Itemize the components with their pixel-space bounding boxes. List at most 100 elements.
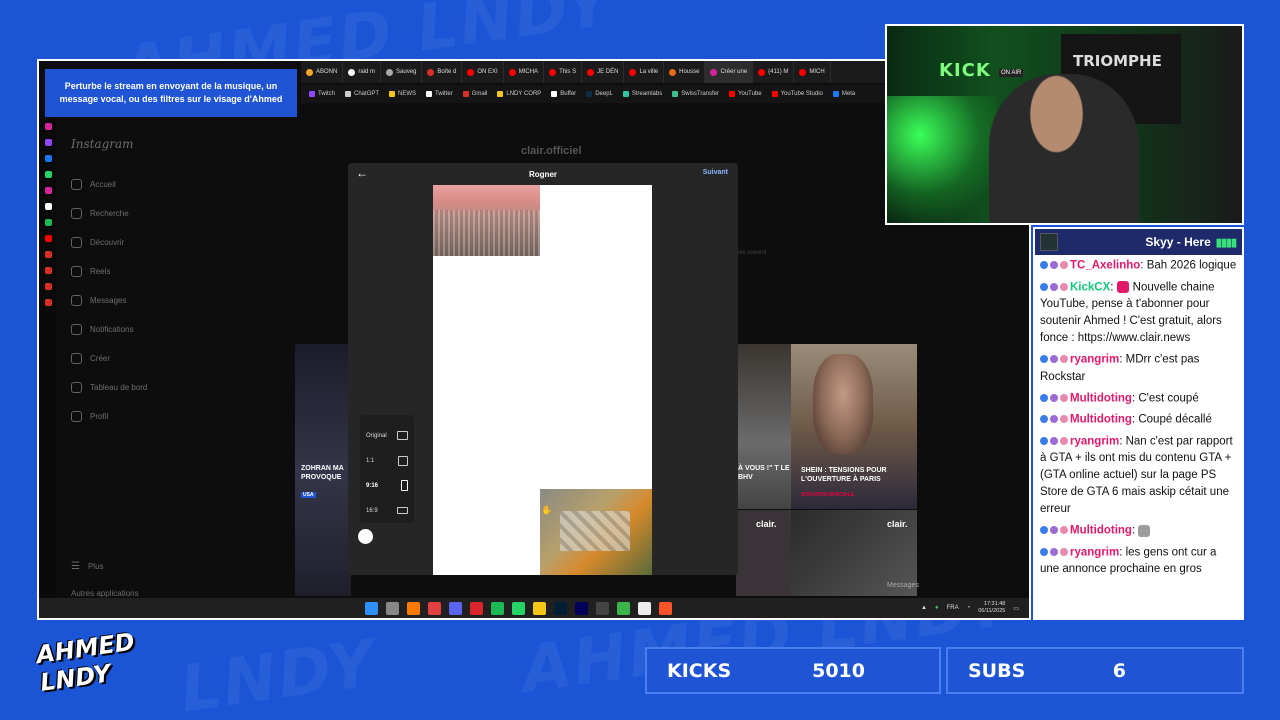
nav-item-d-couvrir[interactable]: Découvrir [71, 237, 124, 248]
tab-favicon-icon [799, 68, 807, 76]
bookmark-item[interactable]: NEWS [389, 91, 416, 97]
browser-tab[interactable]: MICH [794, 61, 831, 83]
search-icon[interactable] [407, 602, 420, 615]
messages-bar[interactable]: Messages [887, 582, 919, 589]
history-icon[interactable] [44, 267, 52, 274]
file-explorer-icon[interactable] [386, 602, 399, 615]
browser-tab[interactable]: ABONN [301, 61, 344, 83]
browser-tab[interactable]: raid m [343, 61, 382, 83]
subs-value: 6 [1112, 659, 1126, 682]
youtube-icon[interactable] [44, 235, 52, 242]
bookmark-item[interactable]: YouTube [729, 91, 762, 97]
instagram-icon[interactable] [44, 187, 52, 194]
app-icon[interactable] [638, 602, 651, 615]
next-button[interactable]: Suivant [703, 169, 728, 176]
bookmark-item[interactable]: Gmail [462, 91, 487, 97]
bookmark-item[interactable]: Twitch [309, 91, 335, 97]
browser-tab[interactable]: (411) M [753, 61, 795, 83]
instagram-logo[interactable]: Instagram [71, 137, 134, 151]
browser-tab[interactable]: JE DÉN [582, 61, 625, 83]
bookmark-item[interactable]: Twitter [426, 91, 453, 97]
chat-username[interactable]: KickCX [1070, 281, 1110, 293]
whatsapp-icon[interactable] [512, 602, 525, 615]
tray-chevron-icon[interactable]: ▲ [921, 605, 927, 611]
nav-item-notifications[interactable]: Notifications [71, 324, 134, 335]
brave-icon[interactable] [659, 602, 672, 615]
nav-item-recherche[interactable]: Recherche [71, 208, 129, 219]
kick-neon-sign: KICK [939, 60, 991, 81]
more-menu[interactable]: ☰ Plus [71, 561, 104, 572]
ratio-option-9-16[interactable]: 9:16 [366, 473, 408, 498]
opera-icon[interactable] [470, 602, 483, 615]
bookmark-item[interactable]: ChatGPT [345, 91, 379, 97]
nav-item-profil[interactable]: Profil [71, 411, 108, 422]
post-thumbnail[interactable]: À VOUS !" T LE BHV [736, 344, 792, 509]
nav-item-tableau-de-bord[interactable]: Tableau de bord [71, 382, 147, 393]
bookmark-item[interactable]: YouTube Studio [771, 91, 823, 97]
city-photo[interactable] [433, 185, 540, 256]
sidebar-app-icon[interactable] [44, 251, 52, 258]
notification-icon[interactable]: ▭ [1013, 605, 1019, 612]
aerial-photo[interactable] [540, 489, 652, 575]
browser-tab[interactable]: ON EXI [462, 61, 504, 83]
bookmark-item[interactable]: Meta [832, 91, 855, 97]
messenger-icon[interactable] [44, 155, 52, 162]
wifi-icon[interactable]: ◔ [967, 605, 971, 611]
nav-item-accueil[interactable]: Accueil [71, 179, 116, 190]
nav-item-cr-er[interactable]: Créer [71, 353, 110, 364]
obs-icon[interactable] [428, 602, 441, 615]
instagram-icon[interactable] [44, 123, 52, 130]
windows-start-icon[interactable] [365, 602, 378, 615]
chat-username[interactable]: Multidoting [1070, 525, 1132, 537]
chat-username[interactable]: TC_Axelinho [1070, 260, 1140, 272]
discord-icon[interactable] [449, 602, 462, 615]
settings-icon[interactable] [44, 299, 52, 306]
whatsapp-icon[interactable] [44, 171, 52, 178]
language-indicator[interactable]: FRA [947, 605, 959, 611]
x-icon[interactable] [44, 203, 52, 210]
ratio-option-16-9[interactable]: 16:9 [366, 498, 408, 523]
nav-item-messages[interactable]: Messages [71, 295, 126, 306]
heart-icon [71, 324, 82, 335]
browser-tab[interactable]: Sauveg [381, 61, 423, 83]
bookmark-item[interactable]: Streamlabs [622, 91, 662, 97]
zoom-button[interactable] [358, 529, 373, 544]
back-arrow-icon[interactable]: ← [356, 166, 368, 180]
bookmark-item[interactable]: LNDY CORP [497, 91, 541, 97]
bookmark-item[interactable]: SwissTransfer [672, 91, 719, 97]
clock[interactable]: 17:31:48 06/11/2025 [978, 601, 1005, 615]
post-thumbnail[interactable]: ZOHRAN MA PROVOQUE USA [295, 344, 351, 596]
bookmark-item[interactable]: DeepL [586, 91, 613, 97]
spotify-icon[interactable] [491, 602, 504, 615]
browser-tab[interactable]: Créer une [705, 61, 754, 83]
browser-tab[interactable]: Housse [664, 61, 706, 83]
browser-tab[interactable]: La ville [624, 61, 665, 83]
chat-username[interactable]: ryangrim [1070, 435, 1119, 447]
browser-tab[interactable]: This S [544, 61, 583, 83]
microphone-icon[interactable]: ● [935, 605, 939, 611]
post-thumbnail[interactable]: SHEIN : TENSIONS POUR L'OUVERTURE À PARI… [791, 344, 917, 509]
twitch-icon[interactable] [44, 139, 52, 146]
browser-tab[interactable]: MICHA [504, 61, 545, 83]
crop-canvas[interactable]: ✋ [433, 185, 652, 575]
post-title: SHEIN : TENSIONS POUR L'OUVERTURE À PARI… [801, 467, 887, 483]
chat-username[interactable]: ryangrim [1070, 354, 1119, 366]
chat-username[interactable]: ryangrim [1070, 546, 1119, 558]
chat-username[interactable]: Multidoting [1070, 414, 1132, 426]
premiere-icon[interactable] [575, 602, 588, 615]
app-icon[interactable] [596, 602, 609, 615]
chat-username[interactable]: Multidoting [1070, 392, 1132, 404]
other-apps[interactable]: Autres applications [71, 589, 139, 598]
browser-tab[interactable]: Boîte d [422, 61, 463, 83]
download-icon[interactable] [44, 283, 52, 290]
ratio-option-original[interactable]: Original [366, 423, 408, 448]
bookmark-item[interactable]: Buffer [551, 91, 576, 97]
spotify-icon[interactable] [44, 219, 52, 226]
folder-icon[interactable] [533, 602, 546, 615]
photoshop-icon[interactable] [554, 602, 567, 615]
play-icon[interactable] [617, 602, 630, 615]
nav-item-reels[interactable]: Reels [71, 266, 110, 277]
tab-label: MICH [809, 69, 825, 75]
ratio-option-1-1[interactable]: 1:1 [366, 448, 408, 473]
post-thumbnail[interactable]: clair. [736, 510, 792, 596]
